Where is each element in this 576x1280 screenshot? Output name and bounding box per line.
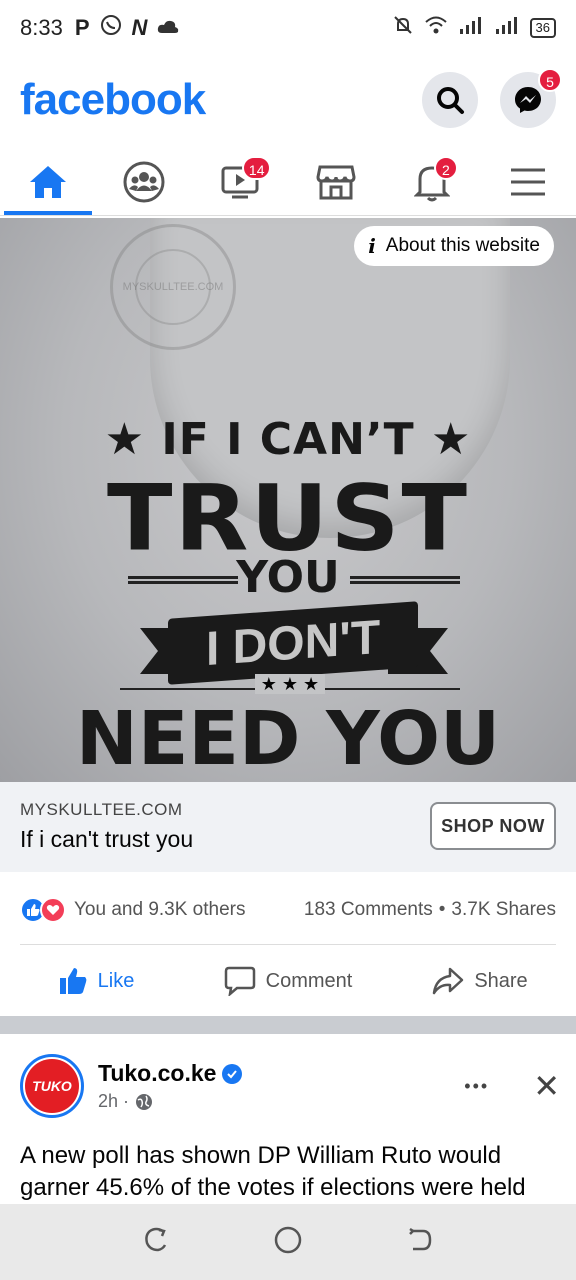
messenger-button[interactable]: 5 xyxy=(500,68,562,128)
hamburger-icon xyxy=(511,168,545,195)
status-bar: 8:33 P N 36 xyxy=(0,0,576,56)
dot-separator: • xyxy=(438,899,446,920)
comment-icon xyxy=(224,966,255,996)
messenger-badge: 5 xyxy=(538,68,562,92)
signal-icon xyxy=(494,15,520,41)
store-icon xyxy=(316,165,356,199)
seal-watermark: MYSKULLTEE.COM xyxy=(110,224,236,350)
p-icon: P xyxy=(74,15,90,40)
share-icon xyxy=(433,967,464,995)
back-icon xyxy=(409,1227,432,1250)
n-icon: N xyxy=(131,15,148,40)
facebook-logo[interactable]: facebook xyxy=(20,75,206,125)
shop-now-button[interactable]: SHOP NOW xyxy=(430,802,556,850)
back-button[interactable] xyxy=(405,1225,435,1260)
header-actions: 5 xyxy=(422,68,562,128)
shirt-line-3: YOU xyxy=(236,552,340,603)
tab-watch[interactable]: 14 xyxy=(192,148,288,215)
divider xyxy=(20,944,556,945)
ad-image[interactable]: MYSKULLTEE.COM i About this website ★ IF… xyxy=(0,218,576,782)
mute-icon xyxy=(392,14,414,42)
nav-tabs: 14 2 xyxy=(0,148,576,216)
status-time: 8:33 xyxy=(20,15,63,40)
comment-button[interactable]: Comment xyxy=(192,950,384,1012)
reaction-icons[interactable] xyxy=(20,897,66,923)
cloud-icon xyxy=(157,15,179,41)
shares-count[interactable]: 3.7K Shares xyxy=(451,899,556,921)
avatar[interactable]: TUKO xyxy=(20,1054,84,1118)
feed-separator xyxy=(0,1016,576,1034)
home-icon xyxy=(30,165,66,198)
status-left-icons: P N xyxy=(75,14,180,42)
signal-icon xyxy=(458,15,484,41)
search-button[interactable] xyxy=(422,72,478,128)
battery-icon: 36 xyxy=(529,18,556,38)
system-nav-bar xyxy=(0,1204,576,1280)
about-website-button[interactable]: i About this website xyxy=(354,226,554,266)
groups-icon xyxy=(123,161,165,202)
post-author-row: Tuko.co.ke xyxy=(98,1060,243,1087)
more-options-button[interactable]: ••• xyxy=(464,1076,489,1097)
like-button[interactable]: Like xyxy=(0,950,192,1012)
globe-icon xyxy=(136,1093,153,1110)
home-button[interactable] xyxy=(273,1225,303,1260)
tab-menu[interactable] xyxy=(480,148,576,215)
whatsapp-icon xyxy=(100,14,122,42)
post-text[interactable]: A new poll has shown DP William Ruto wou… xyxy=(20,1140,564,1204)
ad-footer[interactable]: MYSKULLTEE.COM If i can't trust you SHOP… xyxy=(0,782,576,872)
engagement-counts: 183 Comments • 3.7K Shares xyxy=(304,899,556,921)
verified-icon xyxy=(222,1063,243,1084)
app-header: facebook 5 xyxy=(0,60,576,140)
shirt-line-1: ★ IF I CAN’T ★ xyxy=(104,414,472,465)
post-time[interactable]: 2h · xyxy=(98,1091,129,1112)
info-icon: i xyxy=(368,234,376,258)
post-time-row: 2h · xyxy=(98,1091,242,1112)
recent-apps-button[interactable] xyxy=(141,1225,171,1260)
tab-home[interactable] xyxy=(0,148,96,215)
tab-notifications[interactable]: 2 xyxy=(384,148,480,215)
comments-count[interactable]: 183 Comments xyxy=(304,899,433,921)
tab-groups[interactable] xyxy=(96,148,192,215)
reactions-count[interactable]: You and 9.3K others xyxy=(74,899,246,921)
share-label: Share xyxy=(474,969,528,992)
watch-badge: 14 xyxy=(241,156,272,180)
notifications-badge: 2 xyxy=(433,156,458,180)
recent-apps-icon xyxy=(145,1227,167,1251)
close-post-button[interactable]: ✕ xyxy=(533,1067,560,1105)
post-controls: ••• ✕ xyxy=(464,1067,560,1105)
like-label: Like xyxy=(97,969,135,992)
search-icon xyxy=(437,87,464,114)
messenger-icon xyxy=(515,87,541,113)
avatar-logo: TUKO xyxy=(25,1059,79,1113)
status-right-icons: 36 xyxy=(392,14,556,42)
about-website-label: About this website xyxy=(385,235,540,256)
comment-label: Comment xyxy=(265,969,353,992)
reactions-bar: You and 9.3K others 183 Comments • 3.7K … xyxy=(20,890,556,930)
tab-marketplace[interactable] xyxy=(288,148,384,215)
love-reaction-icon xyxy=(40,897,66,923)
thumbs-up-icon xyxy=(59,968,86,994)
shirt-banner: I DON'T xyxy=(168,601,418,685)
home-circle-icon xyxy=(274,1226,302,1253)
shirt-line-5: NEED YOU xyxy=(75,696,501,782)
post-actions: Like Comment Share xyxy=(0,950,576,1012)
post-meta: Tuko.co.ke 2h · xyxy=(98,1060,243,1112)
share-button[interactable]: Share xyxy=(384,950,576,1012)
wifi-icon xyxy=(424,15,448,41)
post-header: TUKO Tuko.co.ke 2h · ••• ✕ xyxy=(20,1046,560,1126)
post-author[interactable]: Tuko.co.ke xyxy=(98,1060,216,1087)
